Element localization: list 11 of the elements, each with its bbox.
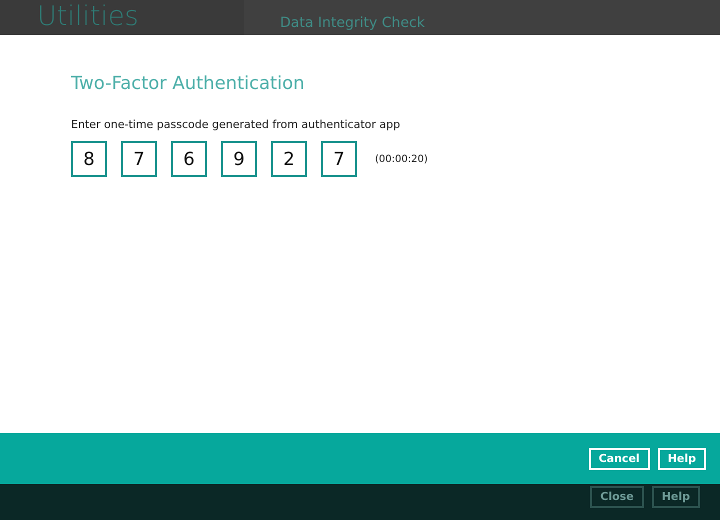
prompt-text: Enter one-time passcode generated from authenticator app — [71, 116, 402, 133]
digit-field[interactable]: 7 — [321, 141, 357, 178]
digit-field[interactable]: 7 — [121, 141, 157, 178]
digit-field[interactable]: 9 — [221, 141, 257, 178]
page-subtitle: Data Integrity Check — [280, 15, 426, 32]
countdown-timer: (00:00:20) — [375, 152, 428, 167]
page-title: Utilities — [37, 2, 140, 32]
digit-field[interactable]: 2 — [271, 141, 307, 178]
dialog-title: Two-Factor Authentication — [71, 73, 306, 95]
digit-field[interactable]: 6 — [171, 141, 207, 178]
digit-field[interactable]: 8 — [71, 141, 107, 178]
